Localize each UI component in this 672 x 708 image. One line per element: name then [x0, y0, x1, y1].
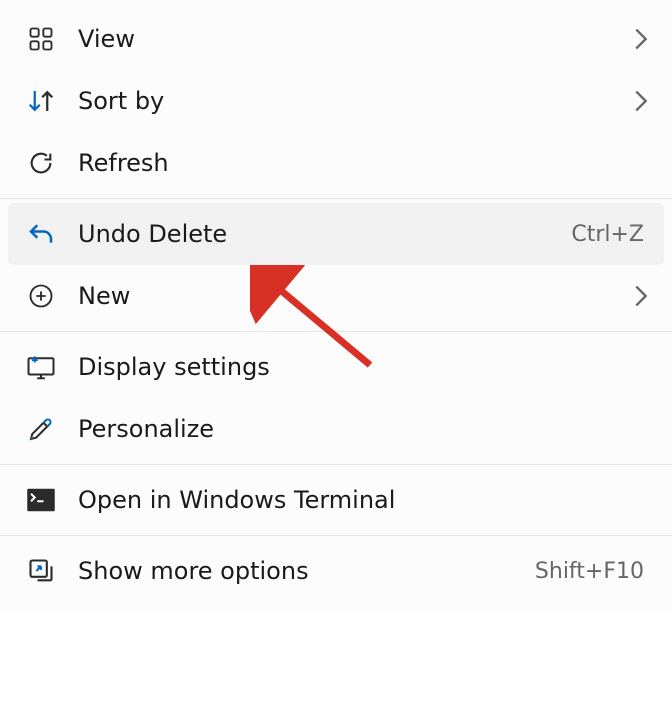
sort-icon	[24, 84, 58, 118]
menu-label: Open in Windows Terminal	[78, 486, 648, 514]
menu-label: Display settings	[78, 353, 648, 381]
undo-icon	[24, 217, 58, 251]
context-menu: View Sort by Refresh	[0, 0, 672, 610]
shortcut-label: Ctrl+Z	[571, 222, 644, 247]
terminal-icon	[24, 483, 58, 517]
personalize-icon	[24, 412, 58, 446]
menu-label: Show more options	[78, 557, 535, 585]
menu-item-new[interactable]: New	[0, 265, 672, 327]
menu-label: Personalize	[78, 415, 648, 443]
menu-label: Refresh	[78, 149, 648, 177]
display-settings-icon	[24, 350, 58, 384]
menu-item-display-settings[interactable]: Display settings	[0, 336, 672, 398]
menu-label: Undo Delete	[78, 220, 571, 248]
menu-label: View	[78, 25, 626, 53]
chevron-right-icon	[634, 28, 648, 50]
chevron-right-icon	[634, 285, 648, 307]
divider	[0, 464, 672, 465]
menu-label: New	[78, 282, 626, 310]
menu-item-show-more-options[interactable]: Show more options Shift+F10	[0, 540, 672, 602]
refresh-icon	[24, 146, 58, 180]
menu-label: Sort by	[78, 87, 626, 115]
new-icon	[24, 279, 58, 313]
view-icon	[24, 22, 58, 56]
show-more-icon	[24, 554, 58, 588]
menu-item-refresh[interactable]: Refresh	[0, 132, 672, 194]
shortcut-label: Shift+F10	[535, 559, 644, 584]
menu-item-personalize[interactable]: Personalize	[0, 398, 672, 460]
menu-item-sort-by[interactable]: Sort by	[0, 70, 672, 132]
chevron-right-icon	[634, 90, 648, 112]
divider	[0, 535, 672, 536]
menu-item-undo-delete[interactable]: Undo Delete Ctrl+Z	[8, 203, 664, 265]
menu-item-view[interactable]: View	[0, 8, 672, 70]
divider	[0, 198, 672, 199]
divider	[0, 331, 672, 332]
menu-item-open-terminal[interactable]: Open in Windows Terminal	[0, 469, 672, 531]
